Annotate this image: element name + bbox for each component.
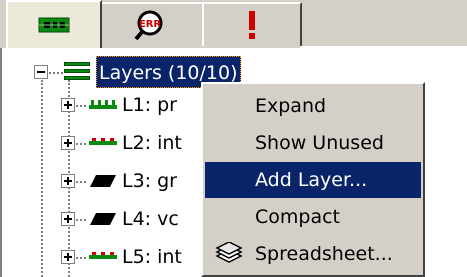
- tree-line: [76, 181, 86, 183]
- menu-item-label: Compact: [255, 206, 340, 228]
- menu-item-label: Show Unused: [255, 132, 384, 154]
- error-magnifier-icon: ERR: [134, 10, 163, 41]
- tab-error-search[interactable]: ERR: [100, 2, 204, 46]
- tree-line: [49, 72, 63, 74]
- collapse-toggle[interactable]: [34, 65, 48, 79]
- menu-item-add-layer[interactable]: Add Layer...: [205, 162, 421, 198]
- tree-line: [76, 105, 86, 107]
- expand-toggle[interactable]: [61, 212, 75, 226]
- tree-line: [76, 219, 86, 221]
- menu-item-expand[interactable]: Expand: [205, 88, 421, 124]
- layer-stack-icon: [64, 62, 90, 80]
- spreadsheet-stack-icon: [215, 242, 243, 263]
- tree-line: [76, 143, 86, 145]
- plane-layer-icon: [90, 175, 116, 187]
- tree-line: [41, 80, 43, 277]
- menu-item-label: Add Layer...: [255, 169, 368, 191]
- tree-line: [76, 257, 86, 259]
- tree-item-label: L4: vc: [122, 208, 179, 230]
- expand-toggle[interactable]: [61, 98, 75, 112]
- tree-item-label: L3: gr: [122, 170, 177, 192]
- tree-item-label: L5: int: [122, 246, 182, 268]
- expand-toggle[interactable]: [61, 250, 75, 264]
- expand-toggle[interactable]: [61, 174, 75, 188]
- error-icon-text: ERR: [139, 19, 162, 30]
- tree-item-label: L1: pr: [122, 94, 177, 116]
- board-chip-icon: [38, 17, 70, 33]
- menu-item-spreadsheet[interactable]: Spreadsheet...: [205, 236, 421, 272]
- tab-warnings[interactable]: [202, 2, 302, 46]
- tab-strip: ERR: [0, 0, 467, 48]
- menu-item-compact[interactable]: Compact: [205, 199, 421, 235]
- signal-layer-icon: [89, 100, 117, 109]
- tab-layers[interactable]: [6, 0, 102, 48]
- tree-item-label: L2: int: [122, 132, 182, 154]
- exclamation-icon: [249, 11, 255, 39]
- context-menu: Expand Show Unused Add Layer... Compact …: [201, 82, 425, 277]
- expand-toggle[interactable]: [61, 136, 75, 150]
- menu-item-label: Expand: [255, 95, 327, 117]
- menu-item-show-unused[interactable]: Show Unused: [205, 125, 421, 161]
- signal-layer-icon: [89, 252, 117, 259]
- plane-layer-icon: [90, 213, 116, 225]
- signal-layer-icon: [89, 138, 117, 145]
- menu-item-label: Spreadsheet...: [255, 243, 393, 265]
